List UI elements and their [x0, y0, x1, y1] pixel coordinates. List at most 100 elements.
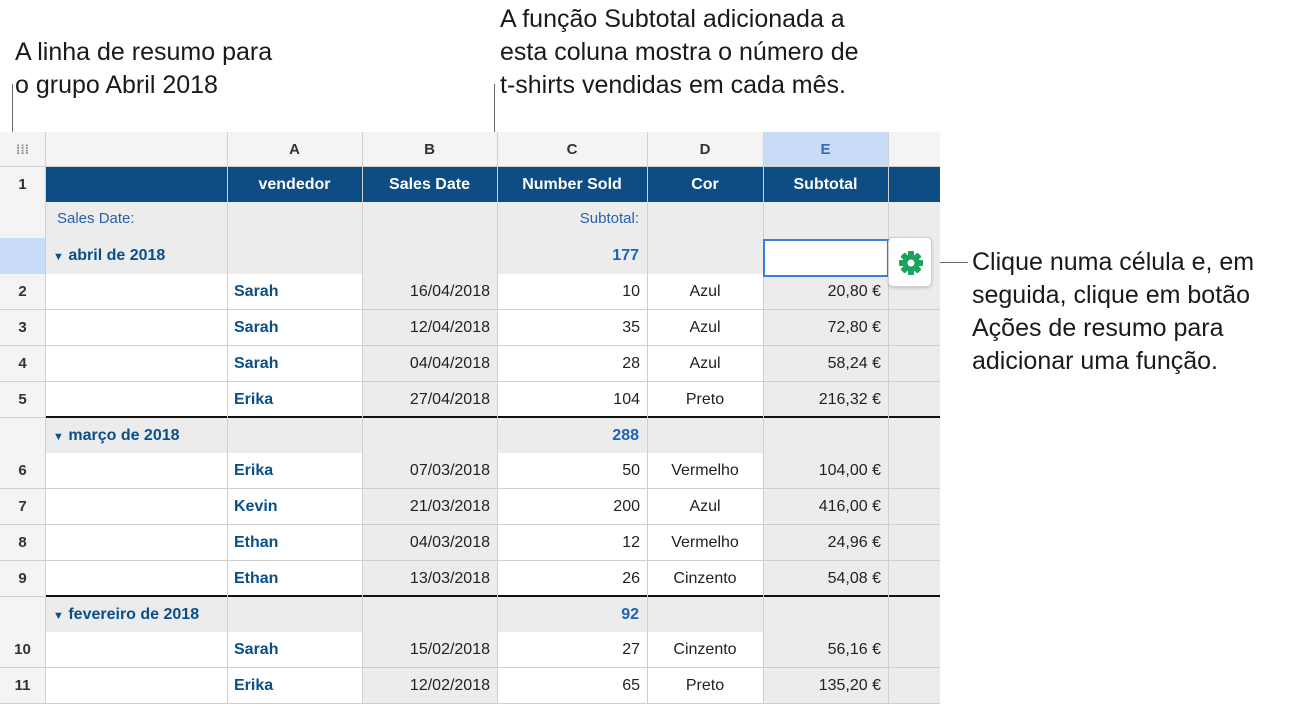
column-header-d[interactable]: D: [647, 132, 763, 167]
row-number[interactable]: 6: [0, 453, 45, 489]
vendedor-cell[interactable]: Sarah: [227, 346, 362, 382]
subtotal-cell[interactable]: 72,80 €: [763, 310, 888, 346]
summary-cell[interactable]: [227, 418, 362, 453]
vendedor-cell[interactable]: Erika: [227, 382, 362, 418]
header-cell[interactable]: Cor: [647, 167, 763, 202]
row-number[interactable]: 7: [0, 489, 45, 525]
number-sold-cell[interactable]: 35: [497, 310, 647, 346]
category-cell[interactable]: [45, 453, 227, 489]
sales-date-cell[interactable]: 13/03/2018: [362, 561, 497, 597]
number-sold-cell[interactable]: 27: [497, 632, 647, 668]
cor-cell[interactable]: Azul: [647, 346, 763, 382]
header-cell[interactable]: Sales Date: [362, 167, 497, 202]
sales-date-cell[interactable]: 07/03/2018: [362, 453, 497, 489]
cor-cell[interactable]: Vermelho: [647, 453, 763, 489]
disclosure-triangle-icon[interactable]: ▼: [53, 431, 64, 443]
category-cell[interactable]: [45, 310, 227, 346]
row-number-summary[interactable]: [0, 202, 45, 238]
number-sold-cell[interactable]: 104: [497, 382, 647, 418]
number-sold-cell[interactable]: 12: [497, 525, 647, 561]
category-cell[interactable]: [45, 382, 227, 418]
summary-cell[interactable]: [647, 597, 763, 632]
select-all-handle[interactable]: ⁞⁞⁞: [0, 132, 45, 167]
subtotal-cell[interactable]: 54,08 €: [763, 561, 888, 597]
subtotal-cell[interactable]: 104,00 €: [763, 453, 888, 489]
number-sold-cell[interactable]: 10: [497, 274, 647, 310]
number-sold-cell[interactable]: 50: [497, 453, 647, 489]
vendedor-cell[interactable]: Erika: [227, 453, 362, 489]
summary-cell[interactable]: [362, 597, 497, 632]
sales-date-cell[interactable]: 27/04/2018: [362, 382, 497, 418]
group-total[interactable]: 288: [497, 418, 647, 453]
row-number[interactable]: 2: [0, 274, 45, 310]
row-number[interactable]: 9: [0, 561, 45, 597]
vendedor-cell[interactable]: Ethan: [227, 525, 362, 561]
cor-cell[interactable]: Azul: [647, 274, 763, 310]
cor-cell[interactable]: Azul: [647, 310, 763, 346]
subtotal-cell[interactable]: 135,20 €: [763, 668, 888, 704]
sales-date-cell[interactable]: 12/04/2018: [362, 310, 497, 346]
row-number[interactable]: 3: [0, 310, 45, 346]
group-label[interactable]: ▼ fevereiro de 2018: [45, 597, 227, 632]
category-cell[interactable]: [45, 561, 227, 597]
sales-date-cell[interactable]: 04/03/2018: [362, 525, 497, 561]
group-label[interactable]: ▼ abril de 2018: [45, 238, 227, 274]
subtotal-cell[interactable]: 58,24 €: [763, 346, 888, 382]
summary-cell[interactable]: [362, 202, 497, 274]
selected-cell[interactable]: [763, 239, 889, 277]
sales-date-cell[interactable]: 12/02/2018: [362, 668, 497, 704]
sales-date-cell[interactable]: 15/02/2018: [362, 632, 497, 668]
row-number[interactable]: 8: [0, 525, 45, 561]
vendedor-cell[interactable]: Sarah: [227, 274, 362, 310]
subtotal-cell[interactable]: 216,32 €: [763, 382, 888, 418]
category-cell[interactable]: [45, 525, 227, 561]
vendedor-cell[interactable]: Ethan: [227, 561, 362, 597]
summary-cell[interactable]: [647, 418, 763, 453]
number-sold-cell[interactable]: 26: [497, 561, 647, 597]
number-sold-cell[interactable]: 65: [497, 668, 647, 704]
column-header-extra[interactable]: [888, 132, 940, 167]
cor-cell[interactable]: Cinzento: [647, 561, 763, 597]
vendedor-cell[interactable]: Kevin: [227, 489, 362, 525]
summary-cell[interactable]: [227, 202, 362, 274]
row-number-summary-selected[interactable]: [0, 238, 45, 274]
group-total[interactable]: 177: [497, 238, 647, 274]
row-number[interactable]: 1: [0, 167, 45, 202]
summary-cell[interactable]: [227, 597, 362, 632]
disclosure-triangle-icon[interactable]: ▼: [53, 610, 64, 622]
sales-date-cell[interactable]: 21/03/2018: [362, 489, 497, 525]
column-header-a[interactable]: A: [227, 132, 362, 167]
category-cell[interactable]: [45, 668, 227, 704]
summary-cell[interactable]: [362, 418, 497, 453]
category-cell[interactable]: [45, 346, 227, 382]
column-header-e[interactable]: E: [763, 132, 888, 167]
row-number[interactable]: 11: [0, 668, 45, 704]
subtotal-cell[interactable]: 56,16 €: [763, 632, 888, 668]
summary-cell[interactable]: [763, 418, 888, 453]
group-total[interactable]: 92: [497, 597, 647, 632]
cor-cell[interactable]: Vermelho: [647, 525, 763, 561]
row-number-summary[interactable]: [0, 418, 45, 453]
cor-cell[interactable]: Preto: [647, 668, 763, 704]
summary-actions-button[interactable]: [888, 237, 932, 287]
header-cell[interactable]: Number Sold: [497, 167, 647, 202]
cor-cell[interactable]: Preto: [647, 382, 763, 418]
vendedor-cell[interactable]: Erika: [227, 668, 362, 704]
group-label[interactable]: ▼ março de 2018: [45, 418, 227, 453]
row-number[interactable]: 4: [0, 346, 45, 382]
vendedor-cell[interactable]: Sarah: [227, 310, 362, 346]
vendedor-cell[interactable]: Sarah: [227, 632, 362, 668]
number-sold-cell[interactable]: 200: [497, 489, 647, 525]
category-cell[interactable]: [45, 274, 227, 310]
number-sold-cell[interactable]: 28: [497, 346, 647, 382]
subtotal-cell[interactable]: 20,80 €: [763, 274, 888, 310]
row-number[interactable]: 10: [0, 632, 45, 668]
summary-cell[interactable]: [647, 202, 763, 274]
category-cell[interactable]: [45, 489, 227, 525]
column-header-b[interactable]: B: [362, 132, 497, 167]
subtotal-cell[interactable]: 24,96 €: [763, 525, 888, 561]
header-cell[interactable]: vendedor: [227, 167, 362, 202]
header-cell[interactable]: Subtotal: [763, 167, 888, 202]
cor-cell[interactable]: Azul: [647, 489, 763, 525]
cor-cell[interactable]: Cinzento: [647, 632, 763, 668]
